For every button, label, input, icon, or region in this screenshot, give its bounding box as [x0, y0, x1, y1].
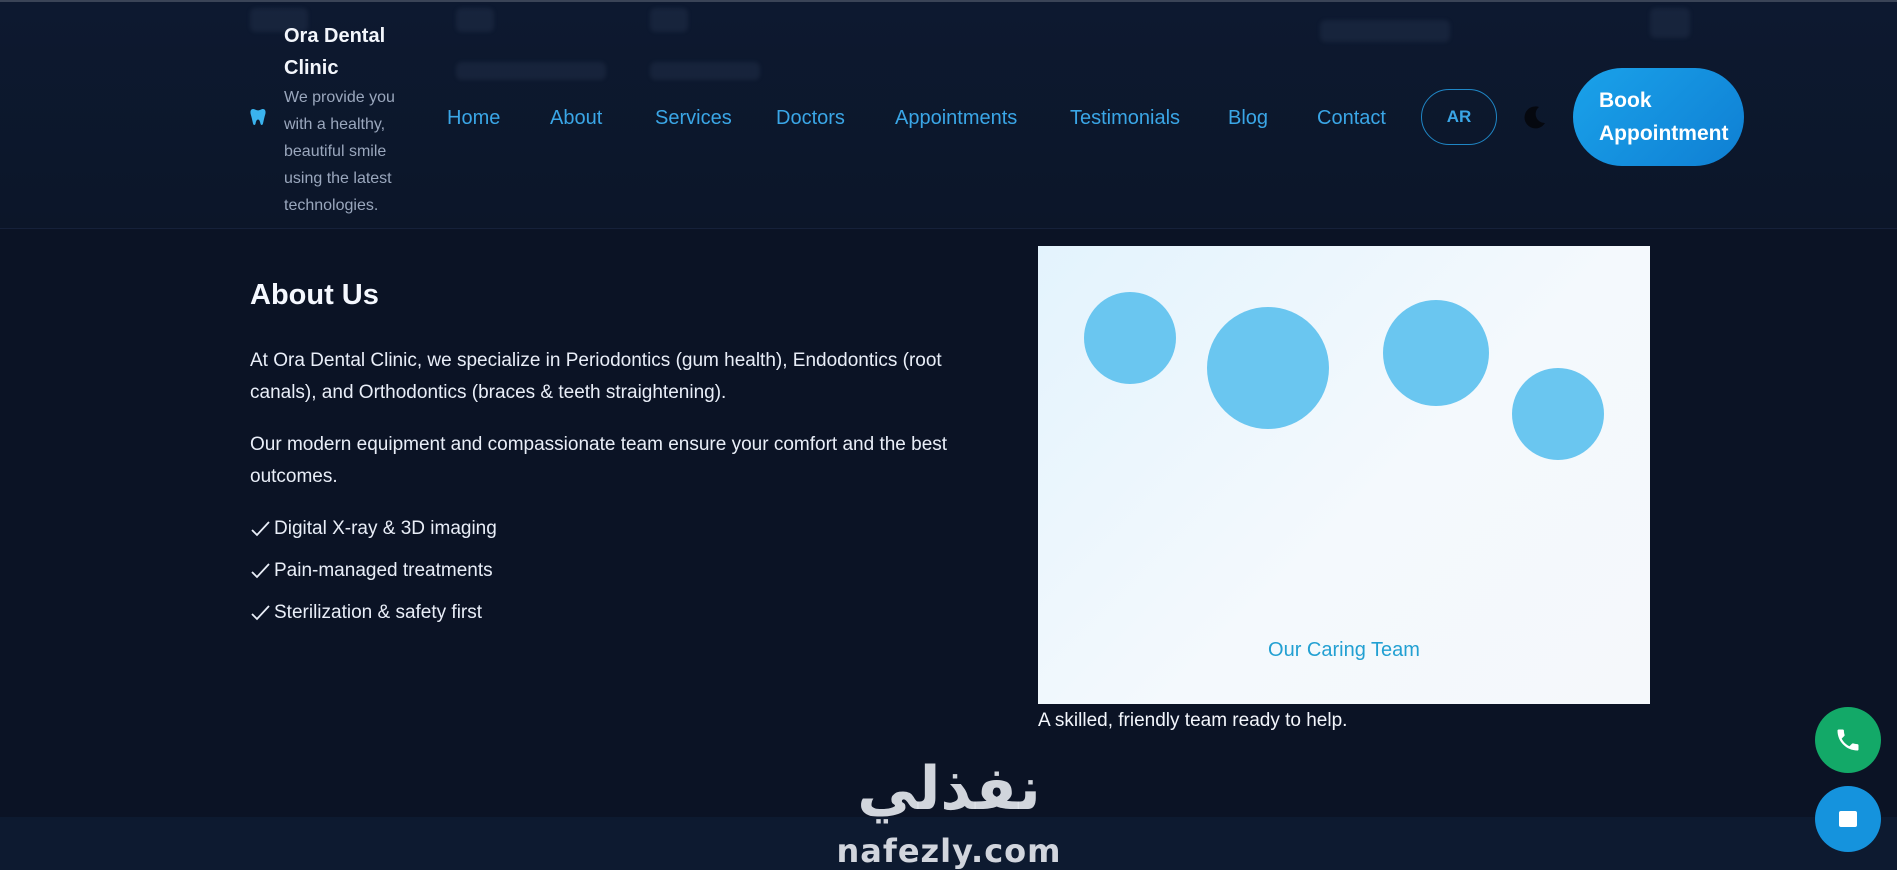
team-subcaption: A skilled, friendly team ready to help. [1038, 710, 1348, 731]
moon-icon[interactable] [1522, 104, 1548, 130]
watermark-arabic: نفذلي [857, 754, 1041, 824]
feature-label: Digital X-ray & 3D imaging [274, 518, 497, 539]
phone-icon [1837, 729, 1859, 751]
nav-appointments[interactable]: Appointments [895, 104, 1017, 132]
nav-doctors[interactable]: Doctors [776, 104, 845, 132]
chat-icon [1839, 811, 1857, 827]
chat-button[interactable] [1815, 786, 1881, 852]
check-icon [251, 563, 270, 579]
team-caption: Our Caring Team [1268, 639, 1420, 661]
header-ghost [456, 8, 494, 32]
nav-home[interactable]: Home [447, 104, 500, 132]
about-paragraph: Our modern equipment and compassionate t… [250, 434, 948, 487]
feature-label: Sterilization & safety first [274, 602, 483, 623]
feature-label: Pain-managed treatments [274, 560, 493, 581]
feature-item: Pain-managed treatments [250, 557, 493, 585]
about-paragraph: At Ora Dental Clinic, we specialize in P… [250, 350, 942, 403]
header-ghost [650, 62, 760, 80]
header-ghost [1650, 8, 1690, 38]
nav-services[interactable]: Services [655, 104, 732, 132]
feature-item: Digital X-ray & 3D imaging [250, 515, 497, 543]
team-illustration: Our Caring Team [1038, 246, 1650, 704]
header-ghost [1320, 20, 1450, 42]
book-appointment-button[interactable]: Book Appointment [1573, 68, 1744, 166]
about-title: About Us [250, 279, 379, 311]
team-member-circle [1383, 300, 1489, 406]
language-toggle-button[interactable]: AR [1421, 89, 1497, 145]
check-icon [251, 605, 270, 621]
nav-contact[interactable]: Contact [1317, 104, 1386, 132]
nav-testimonials[interactable]: Testimonials [1070, 104, 1180, 132]
nav-blog[interactable]: Blog [1228, 104, 1268, 132]
team-member-circle [1207, 307, 1329, 429]
team-circles [1084, 292, 1604, 460]
header-ghost [650, 8, 688, 32]
team-member-circle [1512, 368, 1604, 460]
watermark-latin: nafezly.com [836, 832, 1062, 870]
call-button[interactable] [1815, 707, 1881, 773]
brand-tagline: We provide you with a healthy, beautiful… [284, 89, 395, 214]
brand-name: Ora Dental Clinic [284, 25, 386, 79]
tooth-icon [250, 109, 266, 125]
check-icon [251, 521, 270, 537]
header-ghost [456, 62, 606, 80]
feature-item: Sterilization & safety first [250, 599, 482, 627]
nafezly-watermark: نفذلي nafezly.com [834, 752, 1064, 870]
team-member-circle [1084, 292, 1176, 384]
page: Ora Dental Clinic We provide you with a … [0, 0, 1897, 870]
nav-about[interactable]: About [550, 104, 602, 132]
site-header: Ora Dental Clinic We provide you with a … [0, 0, 1897, 229]
